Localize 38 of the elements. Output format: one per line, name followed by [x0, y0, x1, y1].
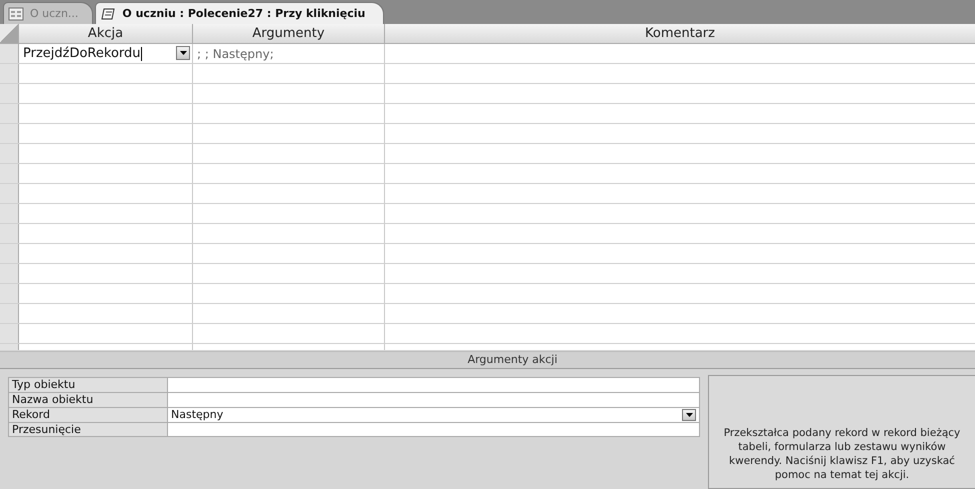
dropdown-button[interactable]	[176, 46, 190, 60]
macro-icon	[100, 6, 116, 20]
form-icon	[8, 6, 24, 20]
help-text: Przekształca podany rekord w rekord bieżący tabeli, formularza lub zestawu wyników kwerendy. Naciśnij klawisz F1, aby uzyskać pomoc na temat tej akcji.	[722, 426, 962, 482]
property-field[interactable]	[167, 422, 700, 437]
property-label: Rekord	[8, 407, 167, 422]
row-selector[interactable]	[0, 324, 19, 343]
caret-icon	[686, 413, 692, 417]
column-header[interactable]: Akcja	[19, 24, 193, 43]
dropdown-button[interactable]	[682, 409, 696, 421]
row-selector[interactable]	[0, 44, 19, 63]
tab[interactable]: O uczniu : Polecenie27 : Przy kliknięciu	[95, 2, 384, 24]
column-header[interactable]: Komentarz	[385, 24, 975, 43]
caret-icon	[180, 51, 186, 55]
row-selector[interactable]	[0, 224, 19, 243]
row-selector[interactable]	[0, 124, 19, 143]
row-selector[interactable]	[0, 284, 19, 303]
property-label: Przesunięcie	[8, 422, 167, 437]
section-title: Argumenty akcji	[0, 351, 975, 369]
action-cell[interactable]: PrzejdźDoRekordu	[19, 44, 193, 63]
row-selector[interactable]	[0, 144, 19, 163]
row-selector[interactable]	[0, 244, 19, 263]
row-selector[interactable]	[0, 84, 19, 103]
row-selector[interactable]	[0, 164, 19, 183]
arguments-cell: ; ; Następny;	[193, 44, 385, 63]
row-selector[interactable]	[0, 64, 19, 83]
property-field[interactable]: Następny	[167, 407, 700, 422]
row-selector[interactable]	[0, 264, 19, 283]
row-selector[interactable]	[0, 104, 19, 123]
property-field[interactable]	[167, 377, 700, 392]
property-label: Nazwa obiektu	[8, 392, 167, 407]
row-selector[interactable]	[0, 204, 19, 223]
property-field[interactable]	[167, 392, 700, 407]
column-header[interactable]: Argumenty	[193, 24, 385, 43]
property-label: Typ obiektu	[8, 377, 167, 392]
row-selector[interactable]	[0, 304, 19, 323]
select-all-corner[interactable]	[0, 24, 19, 43]
row-selector[interactable]	[0, 184, 19, 203]
